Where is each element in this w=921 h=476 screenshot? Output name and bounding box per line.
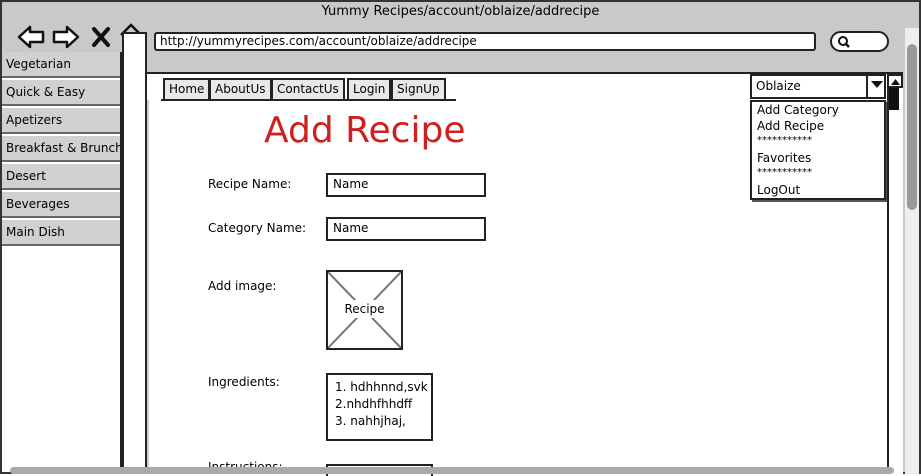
sidebar-item-vegetarian[interactable]: Vegetarian: [2, 52, 120, 78]
content-scrollbar-thumb[interactable]: [889, 88, 899, 110]
content-divider: [147, 100, 149, 474]
sidebar-item-apetizers[interactable]: Apetizers: [2, 108, 120, 134]
category-sidebar: Vegetarian Quick & Easy Apetizers Breakf…: [2, 52, 122, 472]
tab-home[interactable]: Home: [163, 78, 211, 100]
category-name-label: Category Name:: [208, 221, 307, 235]
tab-login[interactable]: Login: [347, 78, 392, 100]
user-menu-dropdown: Add Category Add Recipe *********** Favo…: [750, 100, 886, 200]
sidebar-splitter[interactable]: [122, 32, 147, 472]
menu-item-logout[interactable]: LogOut: [757, 183, 800, 198]
scroll-up-button[interactable]: [887, 74, 903, 88]
forward-arrow-icon[interactable]: [51, 24, 81, 50]
add-image-label: Add image:: [208, 279, 277, 293]
recipe-name-label: Recipe Name:: [208, 177, 292, 191]
page-title: Add Recipe: [264, 110, 466, 151]
sidebar-item-beverages[interactable]: Beverages: [2, 192, 120, 218]
sidebar-item-breakfast-brunch[interactable]: Breakfast & Brunch: [2, 136, 120, 162]
close-icon[interactable]: [91, 24, 111, 50]
tab-aboutus[interactable]: AboutUs: [209, 78, 272, 100]
image-caption: Recipe: [328, 300, 401, 318]
search-icon: [838, 36, 850, 48]
tab-baseline: [161, 99, 456, 101]
url-bar[interactable]: http://yummyrecipes.com/account/oblaize/…: [154, 32, 816, 51]
chevron-down-icon: [871, 81, 883, 88]
menu-separator: ***********: [757, 167, 812, 178]
menu-item-add-category[interactable]: Add Category: [757, 103, 839, 118]
back-arrow-icon[interactable]: [16, 24, 46, 50]
menu-item-add-recipe[interactable]: Add Recipe: [757, 119, 824, 134]
ingredients-textarea[interactable]: 1. hdhhnnd,svk 2.nhdhfhhdff 3. nahhjhaj,: [326, 373, 433, 441]
content-scrollbar[interactable]: [887, 74, 903, 474]
sidebar-item-quick-easy[interactable]: Quick & Easy: [2, 80, 120, 106]
chevron-up-icon: [891, 79, 900, 85]
window-scrollbar-thumb[interactable]: [907, 44, 917, 210]
recipe-name-input[interactable]: Name: [326, 173, 486, 197]
tab-contactus[interactable]: ContactUs: [271, 78, 345, 100]
sidebar-item-main-dish[interactable]: Main Dish: [2, 220, 120, 246]
sidebar-item-desert[interactable]: Desert: [2, 164, 120, 190]
browser-search-field[interactable]: [830, 31, 889, 52]
menu-separator: ***********: [757, 135, 812, 146]
menu-item-favorites[interactable]: Favorites: [757, 151, 811, 166]
ingredient-line: 3. nahhjhaj,: [335, 414, 406, 428]
tab-signup[interactable]: SignUp: [391, 78, 446, 100]
ingredients-label: Ingredients:: [208, 375, 280, 389]
ingredient-line: 2.nhdhfhhdff: [335, 397, 413, 411]
horizontal-scrollbar[interactable]: [10, 467, 894, 474]
user-menu-toggle[interactable]: [866, 74, 886, 99]
ingredient-line: 1. hdhhnnd,svk: [335, 380, 428, 394]
window-title: Yummy Recipes/account/oblaize/addrecipe: [321, 4, 600, 19]
category-name-input[interactable]: Name: [326, 217, 486, 241]
